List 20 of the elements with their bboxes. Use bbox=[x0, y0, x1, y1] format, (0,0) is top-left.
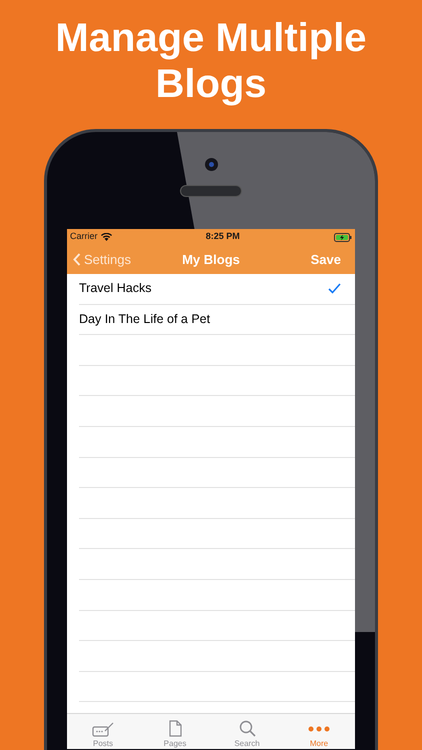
screen-title: My Blogs bbox=[181, 250, 241, 269]
save-button[interactable]: Save bbox=[269, 250, 349, 270]
tab-item[interactable]: Pages bbox=[145, 714, 205, 748]
speaker-grille bbox=[180, 185, 242, 197]
tab-item[interactable]: Posts bbox=[73, 714, 133, 748]
tab-item[interactable]: More bbox=[289, 714, 349, 748]
search-icon bbox=[238, 720, 256, 737]
back-button[interactable]: Settings bbox=[73, 250, 153, 270]
tab-item[interactable]: Search bbox=[217, 714, 277, 748]
document-icon bbox=[168, 720, 182, 737]
more-icon bbox=[308, 726, 330, 732]
blog-row[interactable]: Day In The Life of a Pet bbox=[79, 304, 355, 336]
chevron-left-icon bbox=[73, 253, 81, 266]
headline: Manage Multiple Blogs bbox=[54, 15, 368, 107]
compose-icon bbox=[92, 720, 114, 736]
battery-icon bbox=[334, 232, 352, 242]
wifi-icon bbox=[100, 233, 112, 241]
clock-time: 8:25 PM bbox=[204, 230, 241, 244]
carrier-label: Carrier bbox=[70, 230, 98, 244]
blog-row[interactable]: Travel Hacks bbox=[79, 274, 355, 305]
